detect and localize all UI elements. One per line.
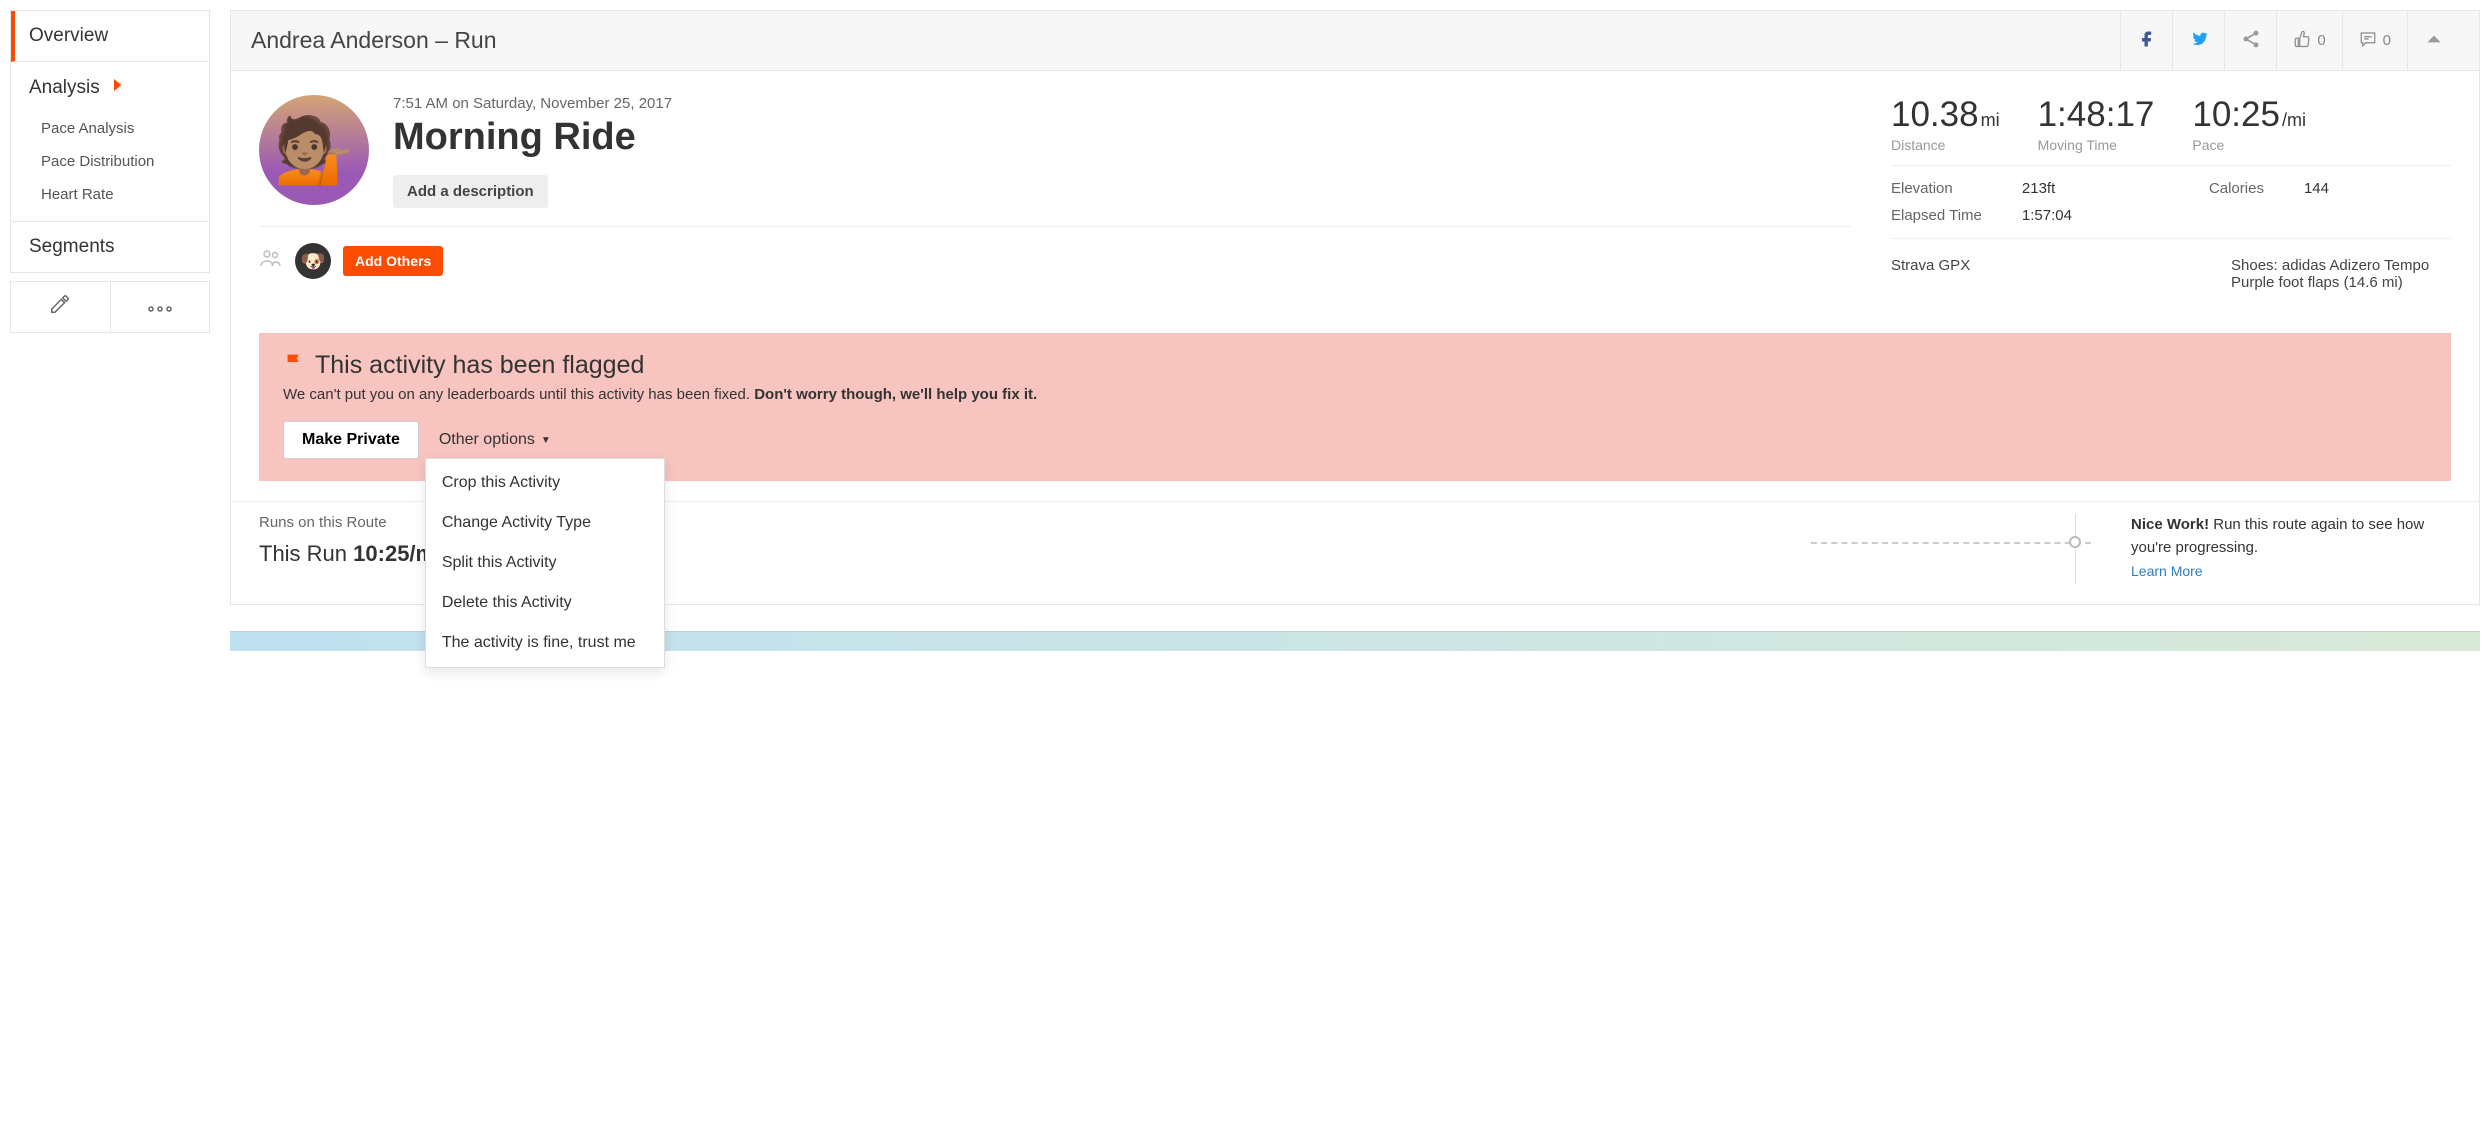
stat-elapsed-label: Elapsed Time (1891, 207, 1982, 224)
stat-pace: 10:25/mi Pace (2192, 95, 2306, 153)
learn-more-link[interactable]: Learn More (2131, 563, 2203, 579)
gpx-export-link[interactable]: Strava GPX (1891, 257, 2171, 291)
add-description-button[interactable]: Add a description (393, 175, 548, 208)
stat-calories-label: Calories (2209, 180, 2264, 197)
chevron-right-icon (108, 76, 126, 100)
activity-timestamp: 7:51 AM on Saturday, November 25, 2017 (393, 95, 672, 112)
flagged-message: We can't put you on any leaderboards unt… (283, 386, 2427, 403)
stat-elevation-value: 213ft (2022, 180, 2169, 197)
stats-primary: 10.38mi Distance 1:48:17 Moving Time 10:… (1891, 95, 2451, 166)
facebook-icon (2137, 29, 2157, 52)
thumbs-up-icon (2293, 30, 2311, 52)
caret-up-icon (2424, 29, 2444, 52)
route-nice-work: Nice Work! Run this route again to see h… (2131, 514, 2451, 559)
stat-elevation-label: Elevation (1891, 180, 1982, 197)
sidebar-label-analysis: Analysis (29, 77, 100, 99)
flag-icon (283, 351, 305, 380)
stats-secondary: Elevation 213ft Calories 144 Elapsed Tim… (1891, 166, 2451, 239)
twitter-icon (2189, 29, 2209, 52)
more-button[interactable] (111, 282, 210, 332)
sidebar-label-overview: Overview (29, 25, 108, 46)
edit-button[interactable] (11, 282, 111, 332)
sidebar-item-segments[interactable]: Segments (11, 222, 209, 272)
route-chart (1811, 514, 2091, 584)
page-title: Andrea Anderson – Run (251, 27, 2120, 54)
share-facebook-button[interactable] (2120, 11, 2172, 71)
participant-avatar[interactable]: 🐶 (295, 243, 331, 279)
menu-item-change-type[interactable]: Change Activity Type (426, 503, 664, 543)
gear-row: Strava GPX Shoes: adidas Adizero Tempo P… (1891, 239, 2451, 309)
stat-elapsed-value: 1:57:04 (2022, 207, 2169, 224)
sidebar-item-analysis[interactable]: Analysis (11, 62, 209, 106)
more-horizontal-icon (147, 296, 173, 319)
kudos-count: 0 (2317, 32, 2325, 49)
stat-moving-time: 1:48:17 Moving Time (2038, 95, 2155, 153)
header-bar: Andrea Anderson – Run (231, 11, 2479, 71)
sidebar-item-pace-distribution[interactable]: Pace Distribution (11, 145, 209, 178)
stat-distance-value: 10.38 (1891, 95, 1979, 134)
sidebar-item-overview[interactable]: Overview (11, 11, 209, 62)
main-panel: Andrea Anderson – Run (230, 10, 2480, 605)
other-options-dropdown[interactable]: Other options ▼ (435, 422, 555, 458)
share-twitter-button[interactable] (2172, 11, 2224, 71)
menu-item-delete[interactable]: Delete this Activity (426, 583, 664, 623)
sidebar: Overview Analysis Pace Analysis Pace Dis… (10, 10, 210, 605)
flagged-banner: This activity has been flagged We can't … (259, 333, 2451, 481)
collapse-button[interactable] (2407, 11, 2459, 71)
make-private-button[interactable]: Make Private (283, 421, 419, 459)
shoes-gear: Shoes: adidas Adizero Tempo Purple foot … (2231, 257, 2451, 291)
share-icon (2241, 29, 2261, 52)
add-others-button[interactable]: Add Others (343, 246, 443, 276)
stat-calories-value: 144 (2304, 180, 2451, 197)
menu-item-split[interactable]: Split this Activity (426, 543, 664, 583)
sidebar-label-segments: Segments (29, 236, 115, 257)
comments-button[interactable]: 0 (2342, 11, 2407, 71)
caret-down-icon: ▼ (541, 435, 551, 446)
stat-pace-value: 10:25 (2192, 95, 2280, 134)
people-icon (259, 248, 283, 274)
sidebar-item-pace-analysis[interactable]: Pace Analysis (11, 112, 209, 145)
menu-item-trust[interactable]: The activity is fine, trust me (426, 623, 664, 663)
avatar[interactable]: 💁🏽 (259, 95, 369, 205)
pencil-icon (49, 293, 71, 321)
other-options-menu: Crop this Activity Change Activity Type … (425, 458, 665, 668)
comment-icon (2359, 30, 2377, 52)
kudos-button[interactable]: 0 (2276, 11, 2341, 71)
stat-moving-value: 1:48:17 (2038, 95, 2155, 134)
stat-distance: 10.38mi Distance (1891, 95, 2000, 153)
share-button[interactable] (2224, 11, 2276, 71)
sidebar-item-heart-rate[interactable]: Heart Rate (11, 178, 209, 211)
flagged-title: This activity has been flagged (315, 351, 644, 380)
comments-count: 0 (2383, 32, 2391, 49)
activity-title: Morning Ride (393, 116, 672, 159)
menu-item-crop[interactable]: Crop this Activity (426, 463, 664, 503)
